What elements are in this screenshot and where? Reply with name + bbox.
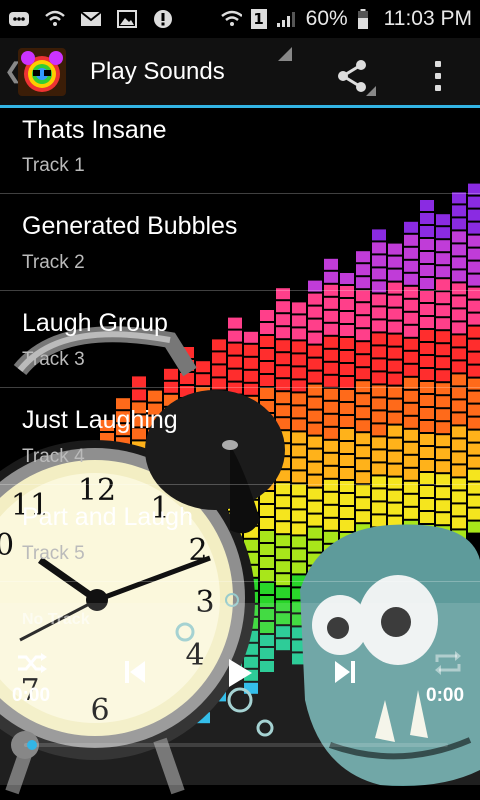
elapsed-time: 0:00 — [12, 685, 51, 706]
shuffle-icon[interactable] — [14, 647, 50, 679]
next-icon[interactable] — [328, 655, 362, 689]
list-item[interactable]: Thats Insane Track 1 — [0, 108, 480, 194]
up-caret-icon[interactable]: ❮ — [4, 59, 22, 84]
page-title[interactable]: Play Sounds — [90, 58, 225, 86]
list-item[interactable]: Generated Bubbles Track 2 — [0, 194, 480, 291]
track-number: Track 3 — [22, 349, 85, 370]
sim-1-icon: 1 — [250, 9, 268, 29]
seek-thumb[interactable] — [27, 740, 37, 750]
track-number: Track 2 — [22, 252, 85, 273]
now-playing-label: No Track — [22, 611, 90, 628]
action-bar: ❮ Play Sounds — [0, 38, 480, 108]
gmail-icon — [80, 9, 102, 29]
list-item[interactable]: Just Laughing Track 4 — [0, 388, 480, 485]
clock: 11:03 PM — [383, 7, 472, 30]
status-bar: 1 60% 11:03 PM — [0, 0, 480, 38]
track-number: Track 1 — [22, 155, 85, 176]
track-number: Track 5 — [22, 543, 85, 564]
battery-icon — [356, 9, 370, 29]
wifi-icon — [220, 9, 242, 29]
signal-icon — [276, 9, 298, 29]
previous-icon[interactable] — [118, 655, 152, 689]
track-number: Track 4 — [22, 446, 85, 467]
repeat-icon[interactable] — [430, 647, 466, 679]
play-icon[interactable] — [220, 653, 260, 693]
seek-bar[interactable] — [24, 743, 448, 747]
overflow-menu-icon[interactable] — [420, 54, 456, 98]
battery-percent: 60% — [305, 7, 348, 30]
list-item[interactable]: Part and Laugh Track 5 — [0, 485, 480, 582]
alert-icon — [152, 9, 174, 29]
wifi-question-icon — [44, 9, 66, 29]
list-item[interactable]: Laugh Group Track 3 — [0, 291, 480, 388]
track-title: Just Laughing — [22, 406, 178, 434]
total-duration: 0:00 — [426, 685, 465, 706]
share-dropdown-indicator — [366, 86, 376, 96]
player-panel: No Track 0:00 0:00 — [0, 603, 480, 785]
track-title: Laugh Group — [22, 309, 168, 337]
track-list: Thats Insane Track 1 Generated Bubbles T… — [0, 108, 480, 582]
track-title: Part and Laugh — [22, 503, 193, 531]
track-title: Generated Bubbles — [22, 212, 238, 240]
gallery-icon — [116, 9, 138, 29]
spinner-indicator-icon — [278, 47, 292, 61]
track-title: Thats Insane — [22, 116, 167, 144]
app-logo-icon[interactable] — [18, 47, 66, 96]
bbm-icon — [8, 9, 30, 29]
